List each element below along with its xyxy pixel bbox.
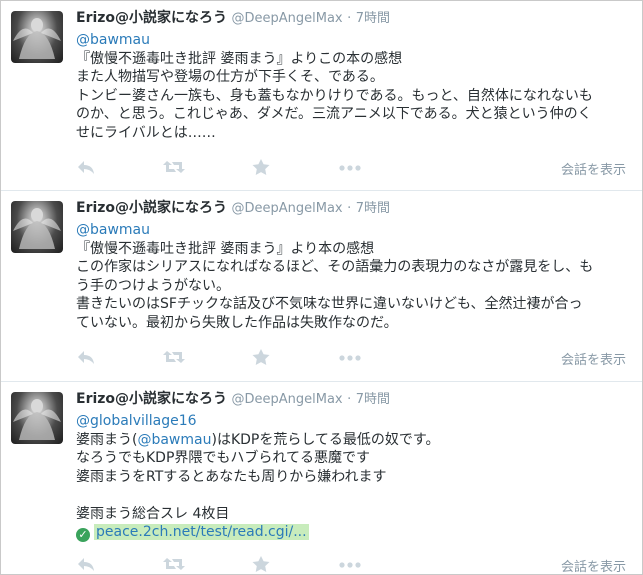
text-line: う手のつけようがない。 [76, 277, 230, 294]
text-line: 『傲慢不遜毒吐き批評 婆雨まう』よりこの本の感想 [76, 50, 403, 67]
tweet-actions: 会話を表示 [76, 348, 636, 368]
reply-arrow-icon[interactable] [76, 348, 100, 368]
text-line: のか、と思う。これじゃあ、ダメだ。三流アニメ以下である。犬と猿という仲のく [76, 106, 592, 122]
tweet-text: @bawmau 『傲慢不遜毒吐き批評 婆雨まう』よりこの本の感想 また人物描写や… [76, 31, 636, 142]
avatar[interactable] [11, 11, 63, 63]
inline-mention[interactable]: @bawmau [137, 432, 211, 448]
display-name[interactable]: Erizo@小説家になろう [76, 391, 227, 407]
tweet-header: Erizo@小説家になろう @DeepAngelMax · 7時間 [76, 199, 390, 218]
tweet-text: @globalvillage16 婆雨まう(@bawmau)はKDPを荒らしてる… [76, 412, 636, 542]
more-dots-icon[interactable] [338, 555, 362, 574]
star-icon[interactable] [251, 158, 275, 178]
reply-arrow-icon[interactable] [76, 158, 100, 178]
view-conversation-link[interactable]: 会話を表示 [561, 159, 626, 178]
timestamp[interactable]: 7時間 [356, 392, 390, 407]
tweet-actions: 会話を表示 [76, 158, 636, 178]
retweet-icon[interactable] [162, 555, 186, 574]
user-handle[interactable]: @DeepAngelMax [232, 201, 343, 216]
timestamp[interactable]: 7時間 [356, 11, 390, 26]
retweet-icon[interactable] [162, 158, 186, 178]
timestamp[interactable]: 7時間 [356, 201, 390, 216]
text-fragment: 婆雨まう( [76, 431, 138, 448]
user-handle[interactable]: @DeepAngelMax [232, 11, 343, 26]
view-conversation-link[interactable]: 会話を表示 [561, 556, 626, 574]
reply-arrow-icon[interactable] [76, 555, 100, 574]
text-line: なろうでもKDP界隈でもハブられてる悪魔です [76, 450, 370, 466]
retweet-icon[interactable] [162, 348, 186, 368]
text-line: トンビー婆さん一族も、身も蓋もなかりけりである。もっと、自然体になれないも [76, 87, 593, 104]
star-icon[interactable] [251, 348, 275, 368]
link-row: ✓ peace.2ch.net/test/read.cgi/... [76, 523, 636, 542]
text-line: この作家はシリアスになればなるほど、その語彙力の表現力のなさが露見をし、も [76, 259, 594, 275]
url-link[interactable]: peace.2ch.net/test/read.cgi/... [94, 524, 309, 540]
star-icon[interactable] [251, 555, 275, 574]
text-line: 婆雨まう総合スレ 4枚目 [76, 505, 230, 522]
check-circle-icon: ✓ [76, 528, 90, 542]
tweet-1[interactable]: Erizo@小説家になろう @DeepAngelMax · 7時間 @bawma… [1, 1, 642, 191]
avatar[interactable] [11, 201, 63, 253]
display-name[interactable]: Erizo@小説家になろう [76, 10, 227, 26]
tweet-text: @bawmau 『傲慢不遜毒吐き批評 婆雨まう』より本の感想 この作家はシリアス… [76, 221, 636, 332]
text-line: 婆雨まう(@bawmau)はKDPを荒らしてる最低の奴です。 [76, 431, 636, 450]
view-conversation-link[interactable]: 会話を表示 [561, 349, 626, 368]
separator: · [347, 201, 352, 216]
text-line: 『傲慢不遜毒吐き批評 婆雨まう』より本の感想 [76, 240, 375, 257]
more-dots-icon[interactable] [338, 348, 362, 368]
tweet-3[interactable]: Erizo@小説家になろう @DeepAngelMax · 7時間 @globa… [1, 382, 642, 574]
tweet-header: Erizo@小説家になろう @DeepAngelMax · 7時間 [76, 390, 390, 409]
text-line: せにライバルとは…… [76, 124, 216, 141]
reply-mention[interactable]: @bawmau [76, 31, 636, 50]
text-line: ていない。最初から失敗した作品は失敗作なのだ。 [76, 314, 398, 331]
text-line: また人物描写や登場の仕方が下手くそ、である。 [76, 69, 384, 85]
display-name[interactable]: Erizo@小説家になろう [76, 200, 227, 216]
tweet-header: Erizo@小説家になろう @DeepAngelMax · 7時間 [76, 9, 390, 28]
tweet-2[interactable]: Erizo@小説家になろう @DeepAngelMax · 7時間 @bawma… [1, 191, 642, 382]
timeline: Erizo@小説家になろう @DeepAngelMax · 7時間 @bawma… [0, 0, 643, 575]
more-dots-icon[interactable] [338, 158, 362, 178]
reply-mention[interactable]: @globalvillage16 [76, 412, 636, 431]
text-fragment: )はKDPを荒らしてる最低の奴です。 [211, 431, 440, 448]
user-handle[interactable]: @DeepAngelMax [232, 392, 343, 407]
text-line: 書きたいのはSFチックな話及び不気味な世界に違いないけども、全然辻褄が合っ [76, 296, 583, 312]
text-line: 婆雨まうをRTするとあなたも周りから嫌われます [76, 468, 387, 485]
reply-mention[interactable]: @bawmau [76, 221, 636, 240]
avatar[interactable] [11, 392, 63, 444]
tweet-actions: 会話を表示 [76, 555, 636, 574]
separator: · [347, 392, 352, 407]
separator: · [347, 11, 352, 26]
